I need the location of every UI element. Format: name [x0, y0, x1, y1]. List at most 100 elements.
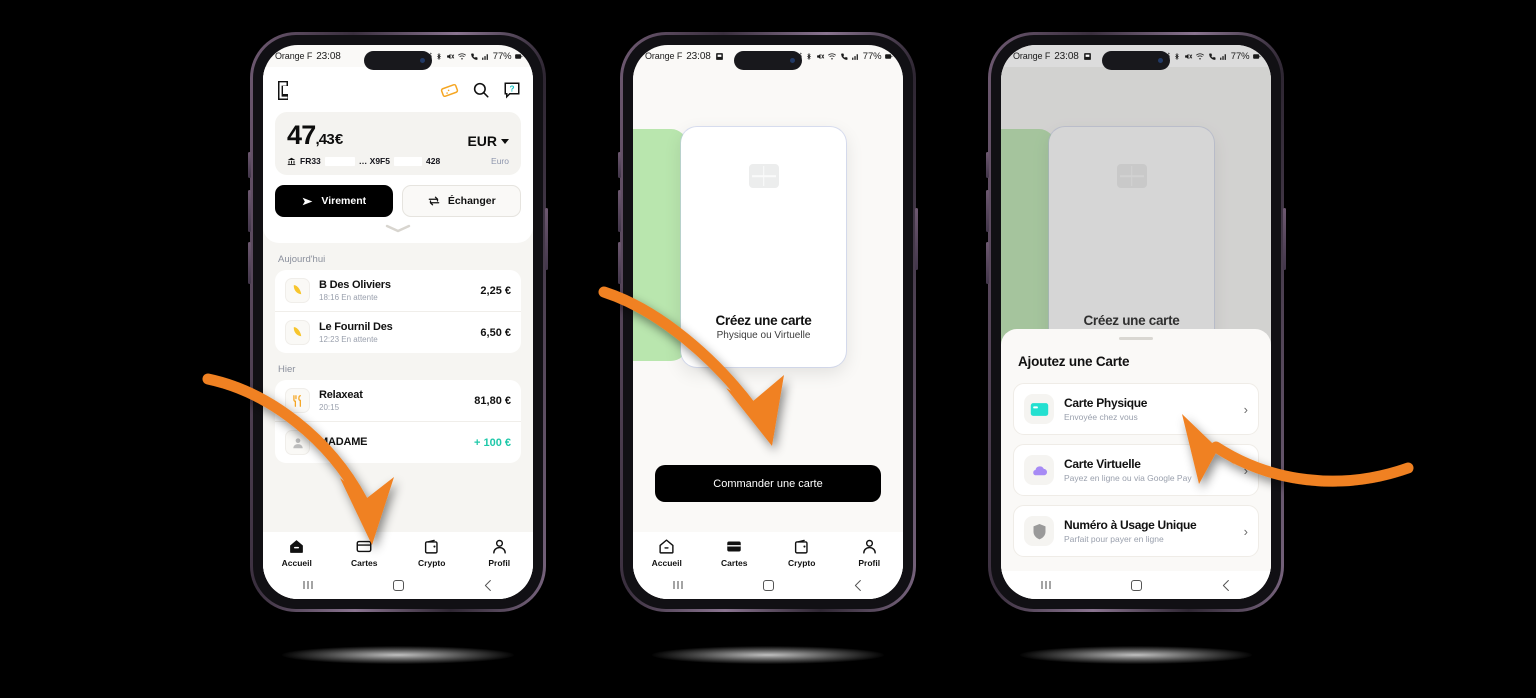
power-button[interactable] — [915, 208, 918, 270]
header-actions: ? — [440, 81, 521, 100]
transactions-list[interactable]: Aujourd'hui B Des Oliviers 18:16 En atte… — [263, 243, 533, 532]
back-icon[interactable] — [851, 578, 866, 593]
volume-up-button[interactable] — [618, 190, 621, 232]
dynamic-island — [364, 51, 432, 70]
sidebar-item-accueil[interactable]: Accueil — [633, 538, 701, 568]
app-logo-icon — [278, 80, 288, 100]
phone-frame: Orange F 23:08 77% — [248, 32, 548, 612]
recents-icon[interactable] — [670, 577, 686, 593]
carrier-label: Orange F — [275, 51, 313, 61]
mute-switch[interactable] — [248, 152, 251, 178]
option-title: Carte Virtuelle — [1064, 457, 1141, 471]
transaction-amount: 81,80 € — [474, 394, 511, 407]
rewards-icon[interactable] — [440, 81, 459, 100]
volume-up-button[interactable] — [986, 190, 989, 232]
create-card-placeholder[interactable]: Créez une carte Physique ou Virtuelle — [681, 127, 846, 367]
card-carousel[interactable]: 531 Créez une carte Physique ou Virtuell… — [633, 67, 903, 465]
screenshot-icon — [715, 52, 723, 60]
home-button-icon[interactable] — [391, 578, 406, 593]
account-card: ? 47,43€ EUR FR33 … X9F5 428 Euro Vireme… — [263, 67, 533, 243]
clock-label: 23:08 — [316, 50, 341, 62]
wifi-icon — [828, 52, 837, 59]
shield-icon — [1024, 516, 1054, 546]
sheet-grabber[interactable] — [1119, 336, 1153, 340]
option-numero-usage-unique[interactable]: Numéro à Usage Unique Parfait pour payer… — [1013, 505, 1259, 557]
option-title: Carte Physique — [1064, 396, 1148, 410]
phone-1-content: ? 47,43€ EUR FR33 … X9F5 428 Euro Vireme… — [263, 67, 533, 599]
iban-display[interactable]: FR33 … X9F5 428 — [287, 156, 440, 166]
card-icon — [727, 541, 741, 552]
carrier-label: Orange F — [1013, 51, 1051, 61]
balance-box[interactable]: 47,43€ EUR FR33 … X9F5 428 Euro — [275, 112, 521, 175]
volume-down-button[interactable] — [618, 242, 621, 284]
transaction-meta: 12:23 En attente — [319, 334, 378, 344]
phone-shadow — [282, 646, 514, 664]
table-row[interactable]: MADAME + 100 € — [275, 421, 521, 463]
iban-row: FR33 … X9F5 428 Euro — [287, 156, 509, 166]
sidebar-item-crypto[interactable]: Crypto — [398, 538, 466, 568]
status-bar-left: Orange F 23:08 — [1013, 51, 1092, 62]
clock-label: 23:08 — [686, 50, 711, 62]
table-row[interactable]: Relaxeat 20:15 81,80 € — [275, 380, 521, 421]
help-chat-icon[interactable]: ? — [503, 81, 521, 99]
phone-frame: Orange F 23:08 77% — [986, 32, 1286, 612]
wallet-icon — [794, 539, 808, 554]
transaction-meta: 20:15 — [319, 402, 340, 412]
app-header: ? — [275, 75, 521, 105]
add-card-bottom-sheet: Ajoutez une Carte Carte Physique Envoyée… — [1001, 328, 1271, 571]
table-row[interactable]: B Des Oliviers 18:16 En attente 2,25 € — [275, 270, 521, 311]
sidebar-item-profil[interactable]: Profil — [836, 538, 904, 568]
android-nav-bar-3 — [1001, 571, 1271, 599]
back-icon[interactable] — [481, 578, 496, 593]
sidebar-item-profil[interactable]: Profil — [466, 538, 534, 568]
sidebar-item-cartes[interactable]: Cartes — [331, 538, 399, 568]
mute-icon — [1184, 53, 1192, 59]
transfer-icon — [285, 430, 310, 455]
volume-down-button[interactable] — [986, 242, 989, 284]
volume-down-button[interactable] — [248, 242, 251, 284]
call-icon — [1208, 53, 1216, 60]
transfer-button[interactable]: Virement — [275, 185, 393, 217]
order-card-button[interactable]: Commander une carte — [655, 465, 881, 502]
iban-suffix: 428 — [425, 156, 441, 166]
search-icon[interactable] — [472, 81, 490, 99]
option-carte-physique[interactable]: Carte Physique Envoyée chez vous › — [1013, 383, 1259, 435]
mute-switch[interactable] — [986, 152, 989, 178]
sidebar-item-accueil[interactable]: Accueil — [263, 538, 331, 568]
wifi-icon — [1196, 52, 1205, 59]
exchange-icon — [428, 196, 440, 206]
currency-selector[interactable]: EUR — [467, 133, 509, 149]
expand-handle[interactable] — [275, 224, 521, 233]
transaction-amount: 2,25 € — [480, 284, 511, 297]
option-carte-virtuelle[interactable]: Carte Virtuelle Payez en ligne ou via Go… — [1013, 444, 1259, 496]
existing-card[interactable]: 531 — [633, 129, 687, 361]
clock-label: 23:08 — [1054, 50, 1079, 62]
exchange-button[interactable]: Échanger — [401, 185, 521, 217]
power-button[interactable] — [1283, 208, 1286, 270]
home-button-icon[interactable] — [1129, 578, 1144, 593]
recents-icon[interactable] — [1038, 577, 1054, 593]
volume-up-button[interactable] — [248, 190, 251, 232]
recents-icon[interactable] — [300, 577, 316, 593]
sidebar-item-cartes[interactable]: Cartes — [701, 538, 769, 568]
back-icon[interactable] — [1219, 578, 1234, 593]
transaction-info: MADAME — [319, 436, 465, 450]
dynamic-island — [1102, 51, 1170, 70]
home-button-icon[interactable] — [761, 578, 776, 593]
mute-switch[interactable] — [618, 152, 621, 178]
table-row[interactable]: Le Fournil Des 12:23 En attente 6,50 € — [275, 311, 521, 353]
power-button[interactable] — [545, 208, 548, 270]
phone-bezel: Orange F 23:08 77% — [623, 35, 913, 609]
phone-3-content: 531 Créez une carte Physique ou Virtuell… — [1001, 67, 1271, 599]
transaction-info: Relaxeat 20:15 — [319, 389, 465, 412]
battery-icon — [885, 53, 893, 59]
front-camera-icon — [1158, 58, 1163, 63]
create-card-subtitle: Physique ou Virtuelle — [716, 330, 811, 341]
sidebar-item-crypto[interactable]: Crypto — [768, 538, 836, 568]
phone-bezel: Orange F 23:08 77% — [253, 35, 543, 609]
person-icon — [862, 539, 876, 554]
section-label-today: Aujourd'hui — [278, 254, 326, 265]
merchant-name: Relaxeat — [319, 389, 363, 402]
tutorial-screenshot: Orange F 23:08 77% ? 47,43€ EUR FR33 … X… — [0, 0, 1536, 698]
phone-2-screen: Orange F 23:08 77% Créez une carte Physi… — [633, 45, 903, 599]
